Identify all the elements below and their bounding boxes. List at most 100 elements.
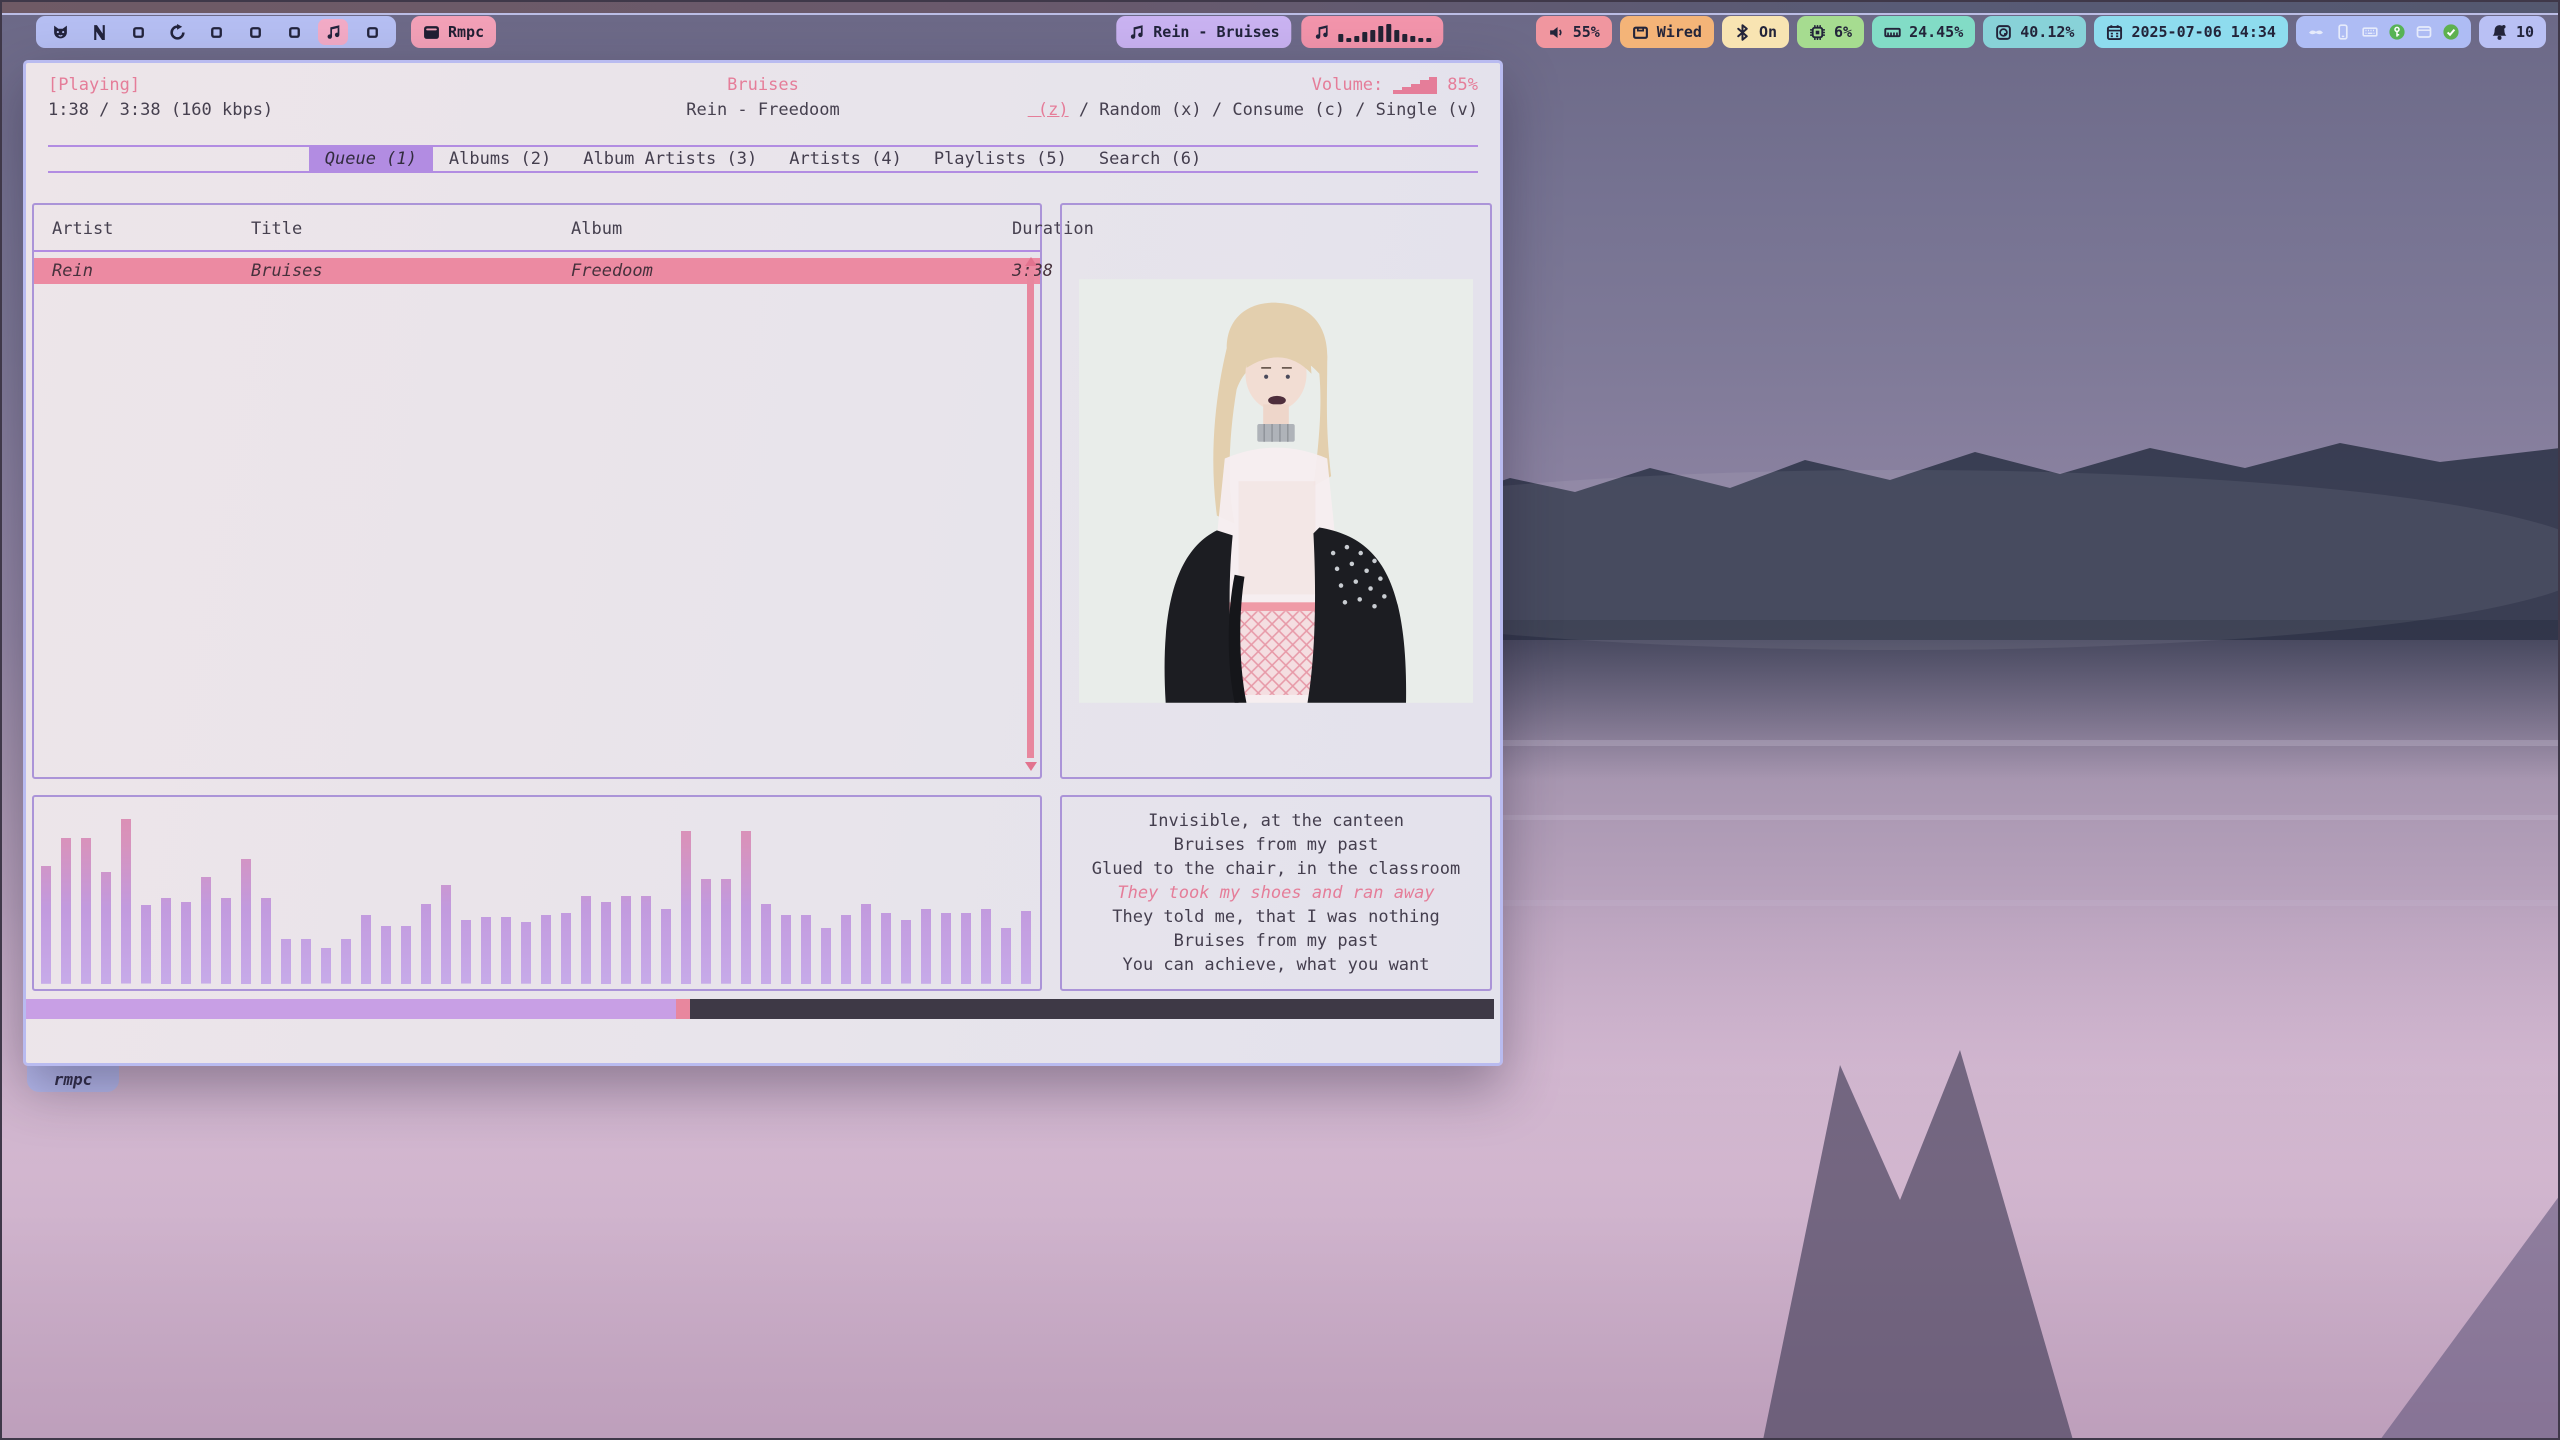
volume-value: 85% xyxy=(1447,75,1478,95)
now-playing-label: Rein - Bruises xyxy=(1153,23,1279,41)
mini-visualizer-bar xyxy=(1419,38,1424,42)
status-widgets: 55% Wired On 6% 24.45% 40.12% 2025-07-06 14:34 xyxy=(1536,16,2288,48)
visualizer-bar xyxy=(861,904,871,984)
mini-visualizer-bar xyxy=(1427,38,1432,42)
mini-visualizer-bar xyxy=(1395,30,1400,42)
visualizer-bar xyxy=(881,913,891,984)
column-header-album: Album xyxy=(571,219,1012,239)
visualizer-bar xyxy=(321,948,331,984)
window-outline-icon[interactable] xyxy=(2416,24,2432,40)
visualizer-bar xyxy=(501,917,511,984)
key-icon[interactable] xyxy=(2389,24,2405,40)
disk-widget[interactable]: 40.12% xyxy=(1983,16,2086,48)
visualizer-bar xyxy=(301,939,311,984)
mini-visualizer-bar xyxy=(1363,32,1368,42)
scrollbar-thumb[interactable] xyxy=(1027,270,1034,758)
tab-albums[interactable]: Albums (2) xyxy=(433,147,567,171)
ethernet-icon xyxy=(1632,24,1649,41)
clock-widget[interactable]: 2025-07-06 14:34 xyxy=(2094,16,2288,48)
workspaces xyxy=(36,16,396,48)
neovim-icon[interactable] xyxy=(84,19,114,45)
queue-panel: ArtistTitleAlbumDuration ReinBruisesFree… xyxy=(32,203,1042,779)
visualizer-pill[interactable] xyxy=(1302,16,1444,48)
cell-title: Bruises xyxy=(251,261,571,281)
window-icon[interactable] xyxy=(240,19,270,45)
refresh-icon[interactable] xyxy=(162,19,192,45)
lyric-line: They told me, that I was nothing xyxy=(1112,905,1440,929)
rmpc-window: [Playing] Bruises Volume: 85% 1:38 / 3:3… xyxy=(23,60,1503,1066)
network-widget[interactable]: Wired xyxy=(1620,16,1714,48)
keyboard-icon[interactable] xyxy=(2362,24,2378,40)
mini-visualizer-bar xyxy=(1387,24,1392,42)
calendar-icon xyxy=(2106,24,2123,41)
bluetooth-value: On xyxy=(1759,23,1777,41)
tab-playlists[interactable]: Playlists (5) xyxy=(918,147,1083,171)
column-header-artist: Artist xyxy=(52,219,251,239)
visualizer-bar xyxy=(741,831,751,984)
tab-artists[interactable]: Artists (4) xyxy=(773,147,918,171)
mustache-icon[interactable] xyxy=(2308,24,2324,40)
music-icon[interactable] xyxy=(318,19,348,45)
visualizer-bar xyxy=(701,879,711,984)
memory-value: 24.45% xyxy=(1909,23,1963,41)
window-tag[interactable]: rmpc xyxy=(27,1066,119,1092)
check-icon[interactable] xyxy=(2443,24,2459,40)
queue-header-divider xyxy=(34,250,1040,252)
album-art-panel xyxy=(1060,203,1492,779)
visualizer-bar xyxy=(981,909,991,984)
mode-toggles[interactable]: / Random (x) / Consume (c) / Single (v) xyxy=(1069,100,1478,120)
window-icon[interactable] xyxy=(201,19,231,45)
visualizer-bar xyxy=(381,926,391,984)
bell-icon xyxy=(2491,24,2508,41)
visualizer-bar xyxy=(661,909,671,984)
visualizer-bar xyxy=(61,838,71,984)
cell-artist: Rein xyxy=(52,261,251,281)
scroll-up-arrow[interactable] xyxy=(1025,257,1037,266)
phone-icon[interactable] xyxy=(2335,24,2351,40)
cpu-widget[interactable]: 6% xyxy=(1797,16,1864,48)
visualizer-bar xyxy=(761,904,771,984)
clock-value: 2025-07-06 14:34 xyxy=(2131,23,2276,41)
visualizer-bar xyxy=(961,913,971,984)
queue-row[interactable]: ReinBruisesFreedoom3:38 xyxy=(34,258,1040,284)
visualizer-bar xyxy=(221,898,231,984)
notifications-pill[interactable]: 10 xyxy=(2479,16,2546,48)
scroll-down-arrow[interactable] xyxy=(1025,762,1037,771)
tab-search[interactable]: Search (6) xyxy=(1083,147,1217,171)
cpu-value: 6% xyxy=(1834,23,1852,41)
progress-fill xyxy=(26,999,676,1019)
now-playing-pill[interactable]: Rein - Bruises xyxy=(1116,16,1291,48)
memory-widget[interactable]: 24.45% xyxy=(1872,16,1975,48)
bluetooth-icon xyxy=(1734,24,1751,41)
terminal-icon xyxy=(423,24,440,41)
cat-icon[interactable] xyxy=(45,19,75,45)
status-bar: Rmpc Rein - Bruises 55% Wired On 6% 24.45% 40… xyxy=(0,16,2560,48)
repeat-toggle[interactable]: (z) xyxy=(1028,100,1069,120)
visualizer-bar xyxy=(281,939,291,984)
focused-app-pill[interactable]: Rmpc xyxy=(411,16,496,48)
mini-visualizer-bar xyxy=(1379,26,1384,42)
volume-widget[interactable]: 55% xyxy=(1536,16,1612,48)
tab-album[interactable]: Album Artists (3) xyxy=(567,147,773,171)
visualizer-bar xyxy=(401,926,411,984)
player-status: [Playing] xyxy=(48,75,727,95)
window-icon[interactable] xyxy=(357,19,387,45)
lyric-line: Invisible, at the canteen xyxy=(1148,809,1404,833)
progress-bar[interactable] xyxy=(26,999,1494,1019)
progress-thumb[interactable] xyxy=(676,999,690,1019)
bluetooth-widget[interactable]: On xyxy=(1722,16,1789,48)
visualizer-bar xyxy=(641,896,651,984)
window-icon[interactable] xyxy=(279,19,309,45)
lyrics-panel: Invisible, at the canteenBruises from my… xyxy=(1060,795,1492,991)
visualizer-bar xyxy=(521,922,531,984)
network-value: Wired xyxy=(1657,23,1702,41)
queue-scrollbar[interactable] xyxy=(1024,257,1037,771)
tray-pill[interactable] xyxy=(2296,16,2471,48)
lyric-line: You can achieve, what you want xyxy=(1122,953,1429,977)
album-art xyxy=(1079,279,1473,703)
volume-value: 55% xyxy=(1573,23,1600,41)
disk-icon xyxy=(1995,24,2012,41)
tab-queue[interactable]: Queue (1) xyxy=(309,147,433,171)
window-icon[interactable] xyxy=(123,19,153,45)
volume-label: Volume: xyxy=(1312,75,1384,95)
